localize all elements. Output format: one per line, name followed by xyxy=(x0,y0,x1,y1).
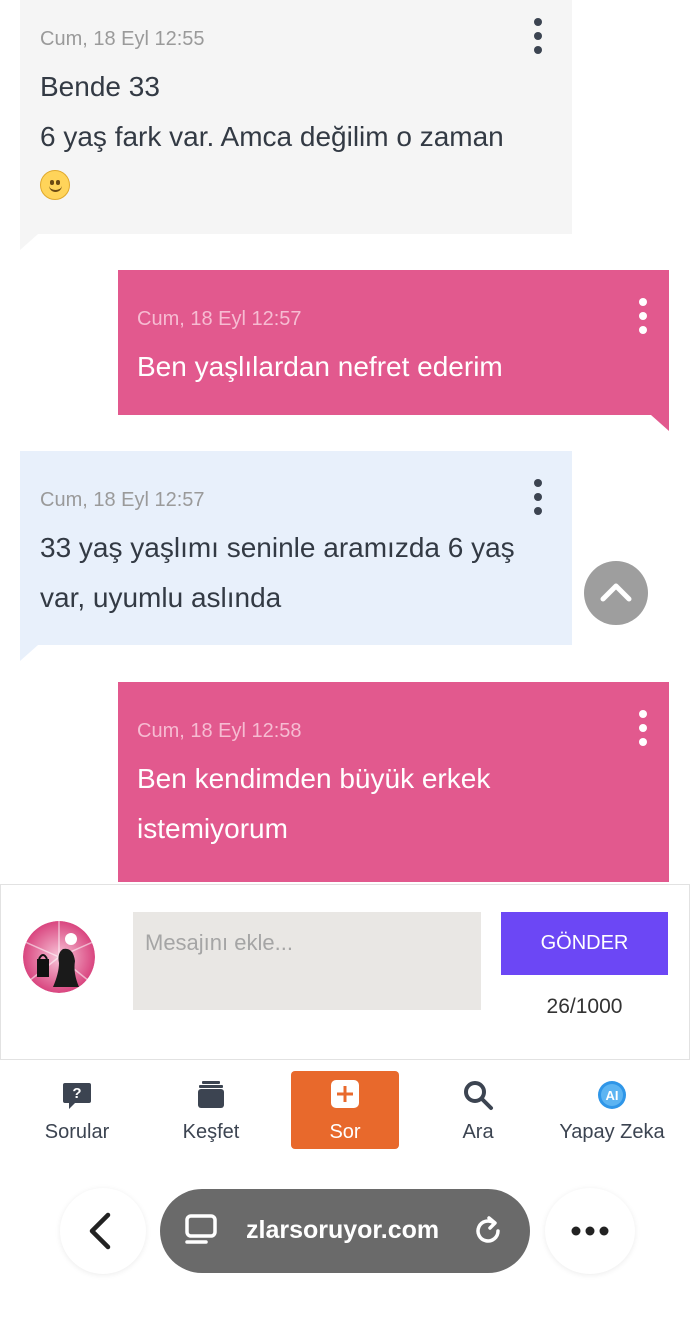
back-chevron-icon xyxy=(89,1212,111,1250)
address-bar[interactable]: zlarsoruyor.com xyxy=(160,1189,530,1273)
nav-label: Yapay Zeka xyxy=(559,1121,665,1143)
message-line: istemiyorum xyxy=(137,813,288,844)
message-text: Ben yaşlılardan nefret ederim xyxy=(137,342,637,392)
dot xyxy=(534,493,542,501)
nav-label: Sor xyxy=(329,1121,361,1143)
slightly-smiling-face-icon xyxy=(40,170,70,200)
message-received: Cum, 18 Eyl 12:55 Bende 33 6 yaş fark va… xyxy=(20,0,572,250)
dot xyxy=(534,18,542,26)
message-text: 33 yaş yaşlımı seninle aramızda 6 yaş va… xyxy=(40,523,560,623)
message-line: Bende 33 xyxy=(40,71,160,102)
nav-item-sor[interactable]: Sor xyxy=(291,1071,399,1149)
search-icon xyxy=(462,1079,494,1116)
message-line: 6 yaş fark var. Amca değilim o zaman xyxy=(40,121,504,152)
nav-label: Ara xyxy=(462,1121,494,1143)
message-text: Bende 33 6 yaş fark var. Amca değilim o … xyxy=(40,62,560,212)
plus-square-icon xyxy=(330,1079,360,1114)
tab-switcher-icon xyxy=(185,1214,217,1244)
message-timestamp: Cum, 18 Eyl 12:58 xyxy=(137,720,302,742)
dot xyxy=(639,738,647,746)
ai-badge-icon: AI xyxy=(596,1079,628,1116)
dot xyxy=(534,479,542,487)
browser-toolbar: zlarsoruyor.com xyxy=(0,1160,690,1332)
url-text: zlarsoruyor.com xyxy=(246,1216,440,1244)
message-input[interactable] xyxy=(133,912,481,1010)
scroll-to-top-button[interactable] xyxy=(584,561,648,625)
message-line: 33 yaş yaşlımı seninle aramızda 6 yaş xyxy=(40,532,515,563)
bottom-navigation: ? Sorular Keşfet Sor Ara AI Yapay Zeka xyxy=(0,1060,690,1160)
message-line: Ben yaşlılardan nefret ederim xyxy=(137,351,503,382)
dot xyxy=(534,46,542,54)
message-timestamp: Cum, 18 Eyl 12:55 xyxy=(40,28,205,50)
bubble-tail xyxy=(651,415,669,431)
message-menu-button[interactable] xyxy=(635,298,651,334)
nav-item-sorular[interactable]: ? Sorular xyxy=(17,1071,137,1149)
avatar[interactable] xyxy=(23,921,95,993)
nav-label: Sorular xyxy=(44,1121,110,1143)
message-sent: Cum, 18 Eyl 12:57 Ben yaşlılardan nefret… xyxy=(118,270,669,431)
nav-label: Keşfet xyxy=(182,1121,240,1143)
message-menu-button[interactable] xyxy=(530,18,546,54)
message-composer: GÖNDER 26/1000 xyxy=(0,884,690,1060)
more-options-button[interactable] xyxy=(545,1188,635,1274)
message-timestamp: Cum, 18 Eyl 12:57 xyxy=(40,489,205,511)
reload-icon[interactable] xyxy=(470,1213,506,1249)
message-line: Ben kendimden büyük erkek xyxy=(137,763,491,794)
more-dots-icon xyxy=(571,1226,609,1236)
user-avatar-image xyxy=(23,921,95,993)
chevron-up-icon xyxy=(600,583,632,602)
nav-item-kesfet[interactable]: Keşfet xyxy=(151,1071,271,1149)
character-counter: 26/1000 xyxy=(546,995,623,1018)
nav-item-ara[interactable]: Ara xyxy=(418,1071,538,1149)
dot xyxy=(639,312,647,320)
dot xyxy=(639,710,647,718)
bubble-tail xyxy=(20,645,38,661)
message-menu-button[interactable] xyxy=(530,479,546,515)
message-text: Ben kendimden büyük erkek istemiyorum xyxy=(137,754,637,854)
message-menu-button[interactable] xyxy=(635,710,651,746)
nav-item-yapay-zeka[interactable]: AI Yapay Zeka xyxy=(551,1071,673,1149)
dot xyxy=(639,298,647,306)
dot xyxy=(639,724,647,732)
dot xyxy=(639,326,647,334)
send-button[interactable]: GÖNDER xyxy=(501,912,668,975)
svg-text:?: ? xyxy=(72,1085,81,1102)
dot xyxy=(534,32,542,40)
dot xyxy=(534,507,542,515)
message-timestamp: Cum, 18 Eyl 12:57 xyxy=(137,308,302,330)
svg-text:AI: AI xyxy=(606,1088,619,1103)
bubble-tail xyxy=(20,234,38,250)
question-bubble-icon: ? xyxy=(61,1079,93,1116)
back-button[interactable] xyxy=(60,1188,146,1274)
message-line: var, uyumlu aslında xyxy=(40,582,282,613)
message-sent: Cum, 18 Eyl 12:58 Ben kendimden büyük er… xyxy=(118,682,669,882)
message-received: Cum, 18 Eyl 12:57 33 yaş yaşlımı seninle… xyxy=(20,451,572,661)
cards-stack-icon xyxy=(195,1079,227,1116)
